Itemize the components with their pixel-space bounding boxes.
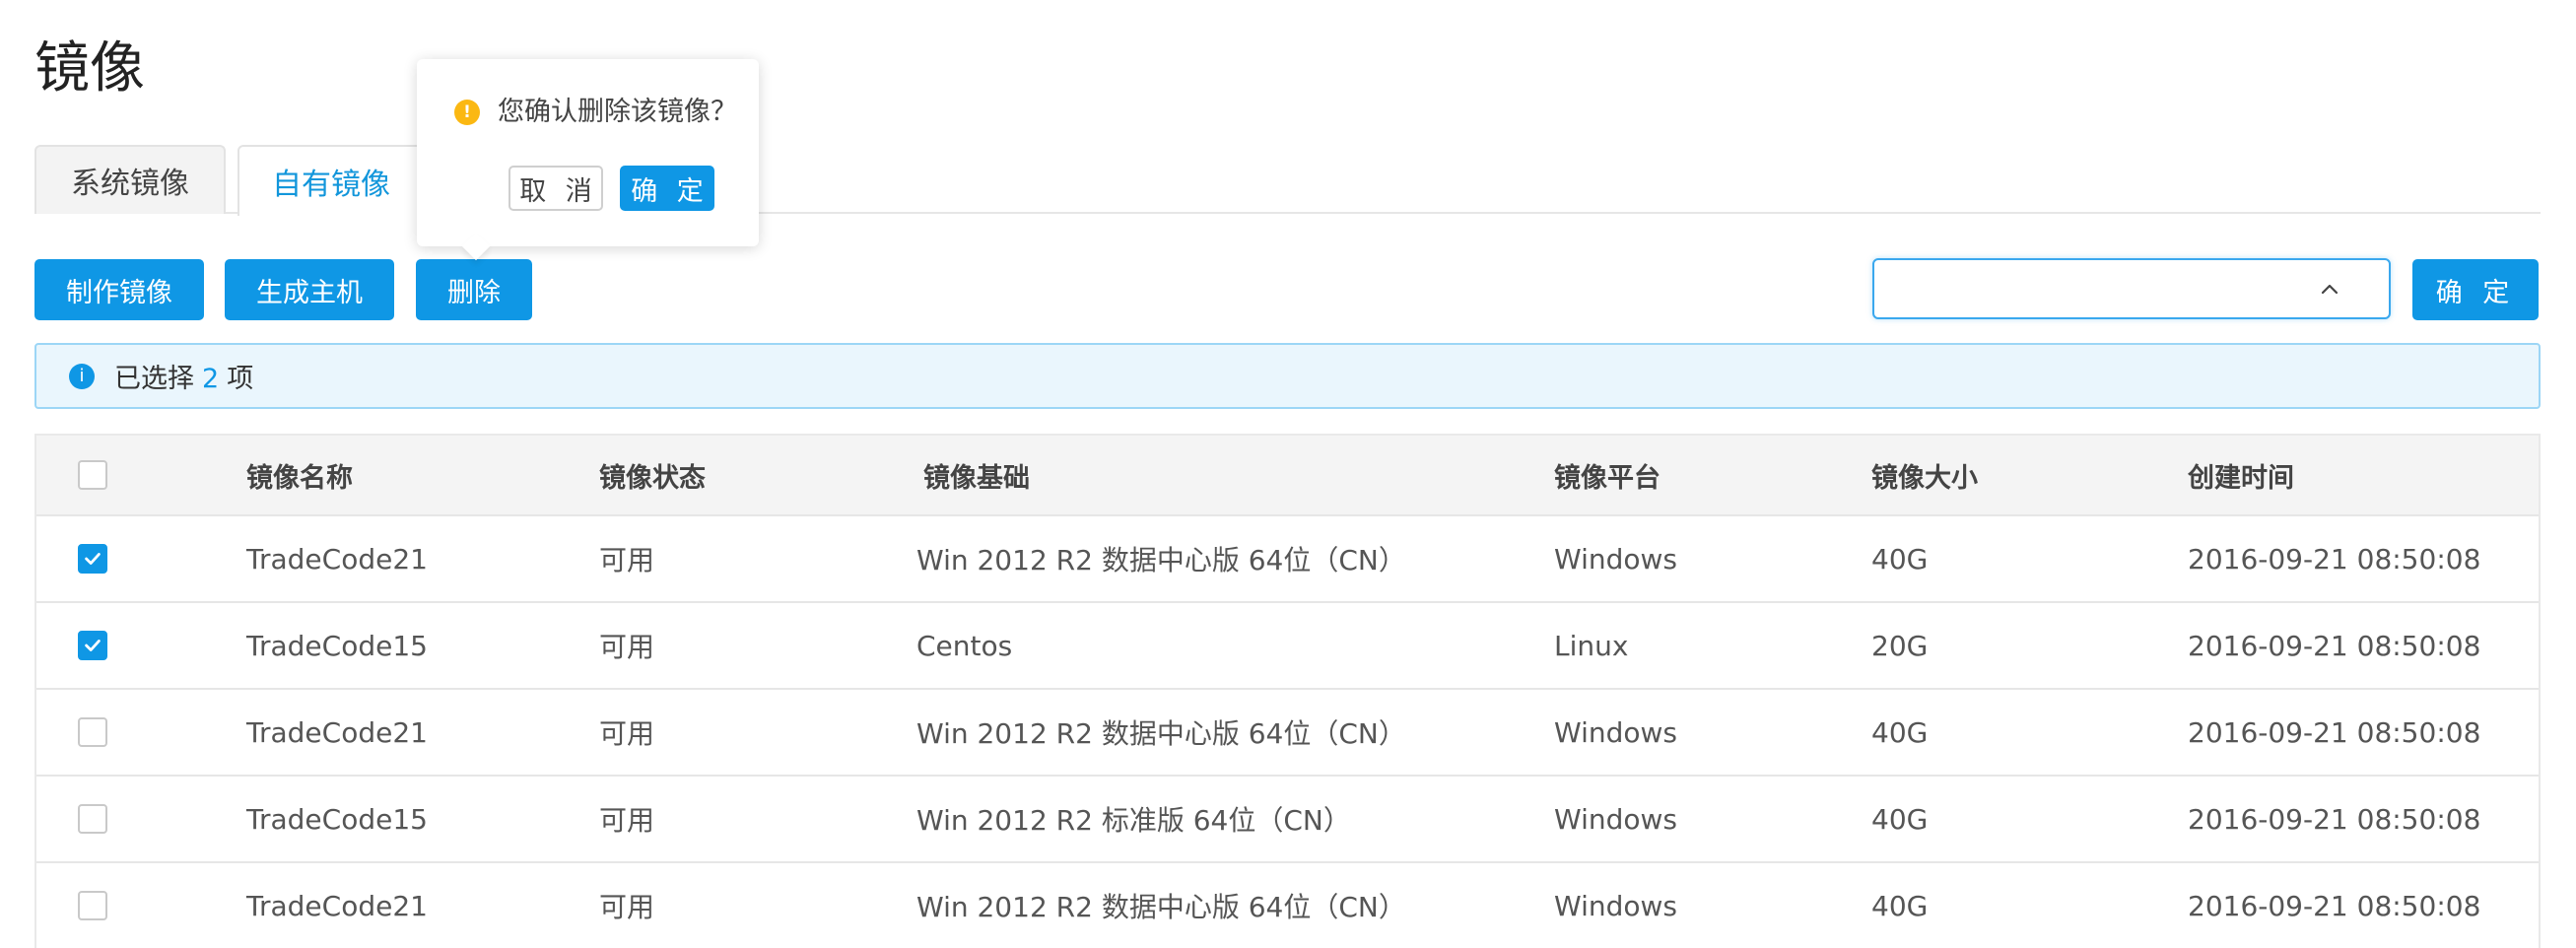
row-checkbox[interactable]: [78, 891, 107, 920]
row-checkbox-cell: [78, 690, 107, 775]
table-row[interactable]: TradeCode15 可用 Centos Linux 20G 2016-09-…: [36, 603, 2539, 690]
page: 镜像 系统镜像 自有镜像 制作镜像 生成主机 删除 确 定 i 已选择 2 项 镜像…: [0, 0, 2576, 948]
cell-platform: Windows: [1554, 802, 1677, 836]
selection-count: 2: [202, 364, 220, 394]
popconfirm-question: 您确认删除该镜像？: [498, 97, 737, 127]
delete-popconfirm: ! 您确认删除该镜像？ 取 消 确 定: [417, 59, 759, 261]
row-checkbox[interactable]: [78, 544, 107, 574]
selection-alert: i 已选择 2 项: [34, 343, 2541, 409]
table-row[interactable]: TradeCode21 可用 Win 2012 R2 数据中心版 64位（CN）…: [36, 516, 2539, 603]
selection-prefix: 已选择: [114, 364, 194, 394]
cell-created: 2016-09-21 08:50:08: [2188, 802, 2481, 836]
popconfirm-cancel-button[interactable]: 取 消: [508, 166, 603, 211]
cell-base: Centos: [916, 629, 1013, 662]
tab-system-images[interactable]: 系统镜像: [34, 145, 226, 214]
cell-name: TradeCode15: [246, 629, 428, 662]
cell-base: Win 2012 R2 数据中心版 64位（CN）: [916, 717, 1406, 750]
cell-created: 2016-09-21 08:50:08: [2188, 542, 2481, 576]
row-checkbox[interactable]: [78, 631, 107, 660]
table-row[interactable]: TradeCode21 可用 Win 2012 R2 数据中心版 64位（CN）…: [36, 863, 2539, 948]
cell-name: TradeCode15: [246, 802, 428, 836]
cell-status: 可用: [599, 544, 655, 576]
make-image-button[interactable]: 制作镜像: [34, 259, 204, 320]
header-size[interactable]: 镜像大小: [1871, 436, 1978, 514]
row-checkbox-cell: [78, 863, 107, 948]
tab-bar: 系统镜像 自有镜像: [34, 145, 2541, 216]
check-icon: [85, 553, 101, 565]
image-table: 镜像名称 镜像状态 镜像基础 镜像平台 镜像大小 创建时间 TradeCode2…: [34, 434, 2541, 948]
table-header: 镜像名称 镜像状态 镜像基础 镜像平台 镜像大小 创建时间: [36, 436, 2539, 516]
header-created[interactable]: 创建时间: [2188, 436, 2294, 514]
header-platform[interactable]: 镜像平台: [1554, 436, 1661, 514]
row-checkbox-cell: [78, 516, 107, 601]
confirm-button[interactable]: 确 定: [2412, 259, 2539, 320]
info-icon: i: [69, 363, 95, 389]
tab-own-images[interactable]: 自有镜像: [237, 145, 425, 216]
cell-base: Win 2012 R2 标准版 64位（CN）: [916, 804, 1351, 837]
cell-size: 40G: [1871, 542, 1929, 576]
cell-created: 2016-09-21 08:50:08: [2188, 889, 2481, 922]
selection-message: 已选择 2 项: [114, 357, 253, 395]
row-checkbox-cell: [78, 603, 107, 688]
cell-status: 可用: [599, 804, 655, 837]
cell-platform: Windows: [1554, 889, 1677, 922]
cell-status: 可用: [599, 631, 655, 663]
cell-platform: Windows: [1554, 715, 1677, 749]
header-checkbox-cell: [78, 436, 107, 514]
cell-platform: Linux: [1554, 629, 1629, 662]
check-icon: [85, 640, 101, 651]
cell-size: 20G: [1871, 629, 1929, 662]
cell-name: TradeCode21: [246, 889, 428, 922]
table-row[interactable]: TradeCode15 可用 Win 2012 R2 标准版 64位（CN） W…: [36, 777, 2539, 863]
cell-created: 2016-09-21 08:50:08: [2188, 715, 2481, 749]
cell-size: 40G: [1871, 889, 1929, 922]
page-title: 镜像: [34, 36, 145, 101]
cell-size: 40G: [1871, 715, 1929, 749]
header-name[interactable]: 镜像名称: [246, 436, 353, 514]
popconfirm-ok-button[interactable]: 确 定: [620, 166, 714, 211]
filter-select[interactable]: [1872, 258, 2391, 319]
cell-base: Win 2012 R2 数据中心版 64位（CN）: [916, 891, 1406, 923]
selection-suffix: 项: [227, 364, 254, 394]
cell-name: TradeCode21: [246, 542, 428, 576]
generate-host-button[interactable]: 生成主机: [225, 259, 394, 320]
header-status[interactable]: 镜像状态: [599, 436, 706, 514]
row-checkbox-cell: [78, 777, 107, 861]
cell-name: TradeCode21: [246, 715, 428, 749]
row-checkbox[interactable]: [78, 804, 107, 834]
cell-status: 可用: [599, 891, 655, 923]
cell-base: Win 2012 R2 数据中心版 64位（CN）: [916, 544, 1406, 576]
cell-platform: Windows: [1554, 542, 1677, 576]
popconfirm-arrow: [461, 232, 491, 261]
header-base[interactable]: 镜像基础: [923, 436, 1030, 514]
cell-size: 40G: [1871, 802, 1929, 836]
table-row[interactable]: TradeCode21 可用 Win 2012 R2 数据中心版 64位（CN）…: [36, 690, 2539, 777]
warning-icon: !: [454, 100, 480, 125]
row-checkbox[interactable]: [78, 717, 107, 747]
cell-created: 2016-09-21 08:50:08: [2188, 629, 2481, 662]
chevron-up-icon: [2321, 284, 2339, 295]
select-all-checkbox[interactable]: [78, 460, 107, 490]
cell-status: 可用: [599, 717, 655, 750]
delete-button[interactable]: 删除: [416, 259, 532, 320]
